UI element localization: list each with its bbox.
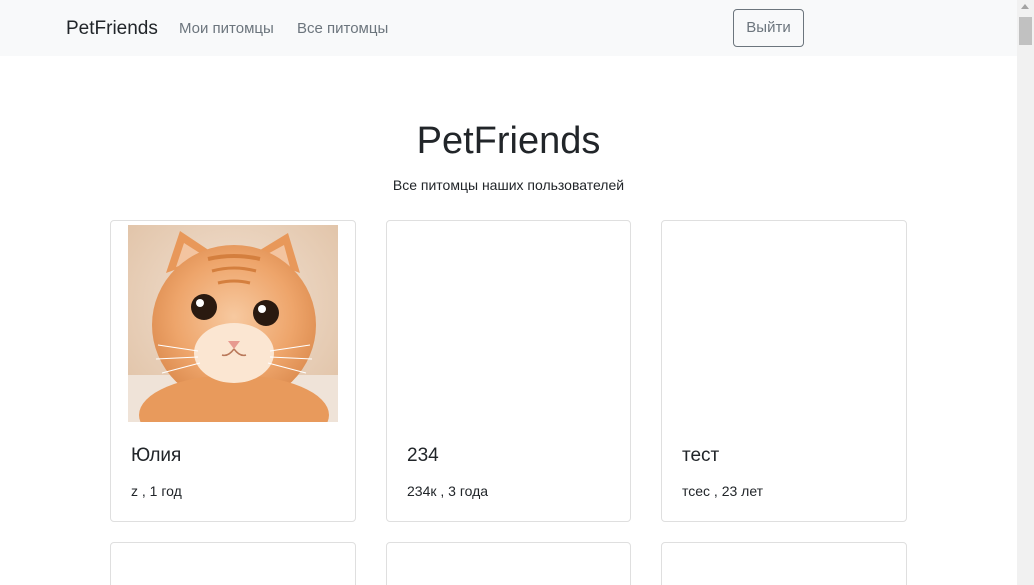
pet-photo: [128, 225, 338, 455]
pet-card: [386, 542, 631, 585]
pet-info: z , 1 год: [131, 483, 182, 499]
pet-name: тест: [682, 445, 720, 466]
scroll-up-arrow-icon[interactable]: [1021, 4, 1029, 9]
scroll-thumb[interactable]: [1019, 17, 1032, 45]
page-subtitle: Все питомцы наших пользователей: [392, 177, 625, 193]
pet-name: Юлия: [131, 445, 182, 466]
nav-link-my-pets[interactable]: Мои питомцы: [179, 19, 274, 39]
brand-link[interactable]: PetFriends: [66, 16, 158, 42]
pet-card: Юлия z , 1 год: [110, 220, 356, 522]
pet-info: 234к , 3 года: [407, 483, 489, 499]
vertical-scrollbar[interactable]: [1017, 0, 1034, 585]
pet-card: тест тсес , 23 лет: [661, 220, 907, 522]
pet-card: [661, 542, 907, 585]
logout-button[interactable]: Выйти: [733, 9, 804, 47]
navbar: PetFriends Мои питомцы Все питомцы Выйти: [0, 0, 1017, 56]
nav-link-all-pets[interactable]: Все питомцы: [297, 19, 388, 39]
page-title: PetFriends: [416, 120, 601, 162]
pet-card: [110, 542, 356, 585]
page: PetFriends Мои питомцы Все питомцы Выйти…: [0, 0, 1034, 585]
pet-card: 234 234к , 3 года: [386, 220, 631, 522]
pet-info: тсес , 23 лет: [682, 483, 764, 499]
pet-name: 234: [407, 445, 439, 466]
